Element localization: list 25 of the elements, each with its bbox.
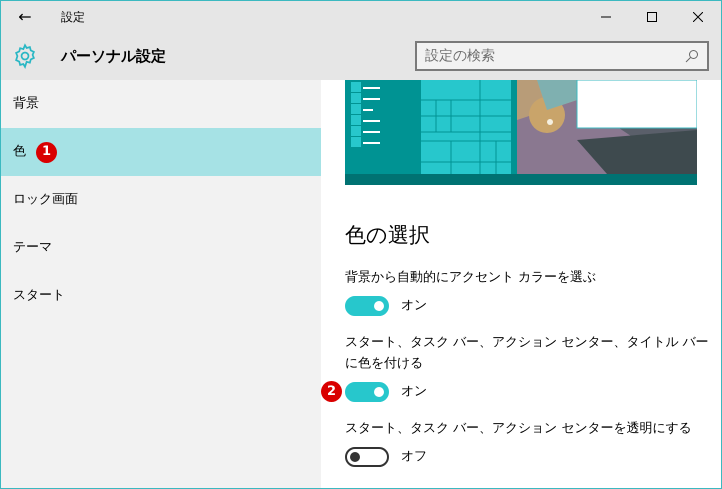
window-title: 設定 xyxy=(61,8,85,26)
setting-label: 背景から自動的にアクセント カラーを選ぶ xyxy=(345,269,598,287)
page-title: パーソナル設定 xyxy=(61,46,166,67)
search-field[interactable]: 設定の検索 xyxy=(415,41,709,71)
settings-icon xyxy=(12,43,38,69)
toggle-state: オフ xyxy=(401,448,427,466)
toggle-switch[interactable] xyxy=(345,382,389,402)
step-badge: 2 xyxy=(321,381,342,402)
toggle-switch[interactable] xyxy=(345,296,389,316)
toggle-switch[interactable] xyxy=(345,447,389,467)
sidebar-item[interactable]: テーマ xyxy=(1,224,321,272)
close-icon xyxy=(693,12,703,22)
setting-label: スタート、タスク バー、アクション センター、タイトル バーに色を付ける xyxy=(345,334,710,373)
sidebar-item[interactable]: 色 1 xyxy=(1,128,321,176)
sidebar-item[interactable]: 背景 xyxy=(1,80,321,128)
search-icon xyxy=(685,49,699,63)
maximize-icon xyxy=(647,12,657,22)
step-badge: 1 xyxy=(36,142,57,162)
sidebar-item[interactable]: スタート xyxy=(1,272,321,320)
sidebar-item[interactable]: ロック画面 xyxy=(1,176,321,224)
toggle-state: オン xyxy=(401,297,427,316)
setting-label: スタート、タスク バー、アクション センターを透明にする xyxy=(345,420,692,438)
back-button[interactable]: ← xyxy=(1,4,49,28)
section-heading: 色の選択 xyxy=(345,222,431,249)
toggle-state: オン xyxy=(401,383,427,402)
